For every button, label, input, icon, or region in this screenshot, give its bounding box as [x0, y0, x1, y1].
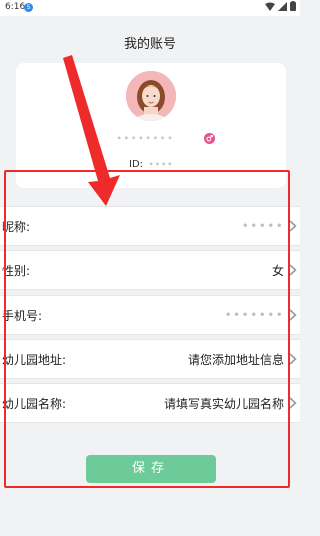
wifi-icon	[265, 2, 275, 11]
id-value: ∙∙∙∙	[148, 159, 174, 170]
chevron-right-icon	[289, 309, 297, 321]
status-time: 6:16	[5, 2, 26, 12]
kindergarten-name-label: 幼儿园名称:	[2, 397, 67, 411]
chevron-right-icon	[289, 397, 297, 409]
nickname-label: 昵称:	[2, 220, 31, 234]
page-title: 我的账号	[123, 37, 176, 52]
nickname-value: ∙∙∙∙∙	[241, 218, 284, 232]
row-gender[interactable]: 性别: 女	[0, 250, 300, 290]
kindergarten-name-value: 请填写真实幼儿园名称	[163, 397, 284, 411]
gender-label: 性别:	[2, 264, 31, 278]
row-nickname[interactable]: 昵称: ∙∙∙∙∙	[0, 206, 300, 246]
notification-badge-icon: S	[24, 3, 33, 12]
phone-label: 手机号:	[2, 309, 43, 323]
gender-value: 女	[271, 264, 284, 278]
battery-icon	[290, 1, 296, 11]
avatar[interactable]	[126, 71, 176, 121]
female-icon	[204, 133, 215, 144]
status-bar: 6:16 S	[0, 0, 300, 16]
kindergarten-address-label: 幼儿园地址:	[2, 353, 67, 367]
phone-value: ∙∙∙∙∙∙∙	[224, 307, 284, 321]
id-label: ID:	[129, 159, 144, 170]
kindergarten-address-value: 请您添加地址信息	[187, 353, 284, 367]
username: ∙∙∙∙∙∙∙∙	[116, 133, 175, 144]
row-kindergarten-address[interactable]: 幼儿园地址: 请您添加地址信息	[0, 339, 300, 379]
chevron-right-icon	[289, 353, 297, 365]
signal-icon	[278, 1, 287, 11]
row-kindergarten-name[interactable]: 幼儿园名称: 请填写真实幼儿园名称	[0, 383, 300, 423]
save-button[interactable]: 保存	[86, 455, 216, 483]
avatar-illustration	[126, 71, 176, 121]
profile-card: ∙∙∙∙∙∙∙∙ ID: ∙∙∙∙	[16, 63, 286, 188]
status-icons	[265, 1, 296, 11]
chevron-right-icon	[289, 264, 297, 276]
row-phone[interactable]: 手机号: ∙∙∙∙∙∙∙	[0, 295, 300, 335]
chevron-right-icon	[289, 220, 297, 232]
